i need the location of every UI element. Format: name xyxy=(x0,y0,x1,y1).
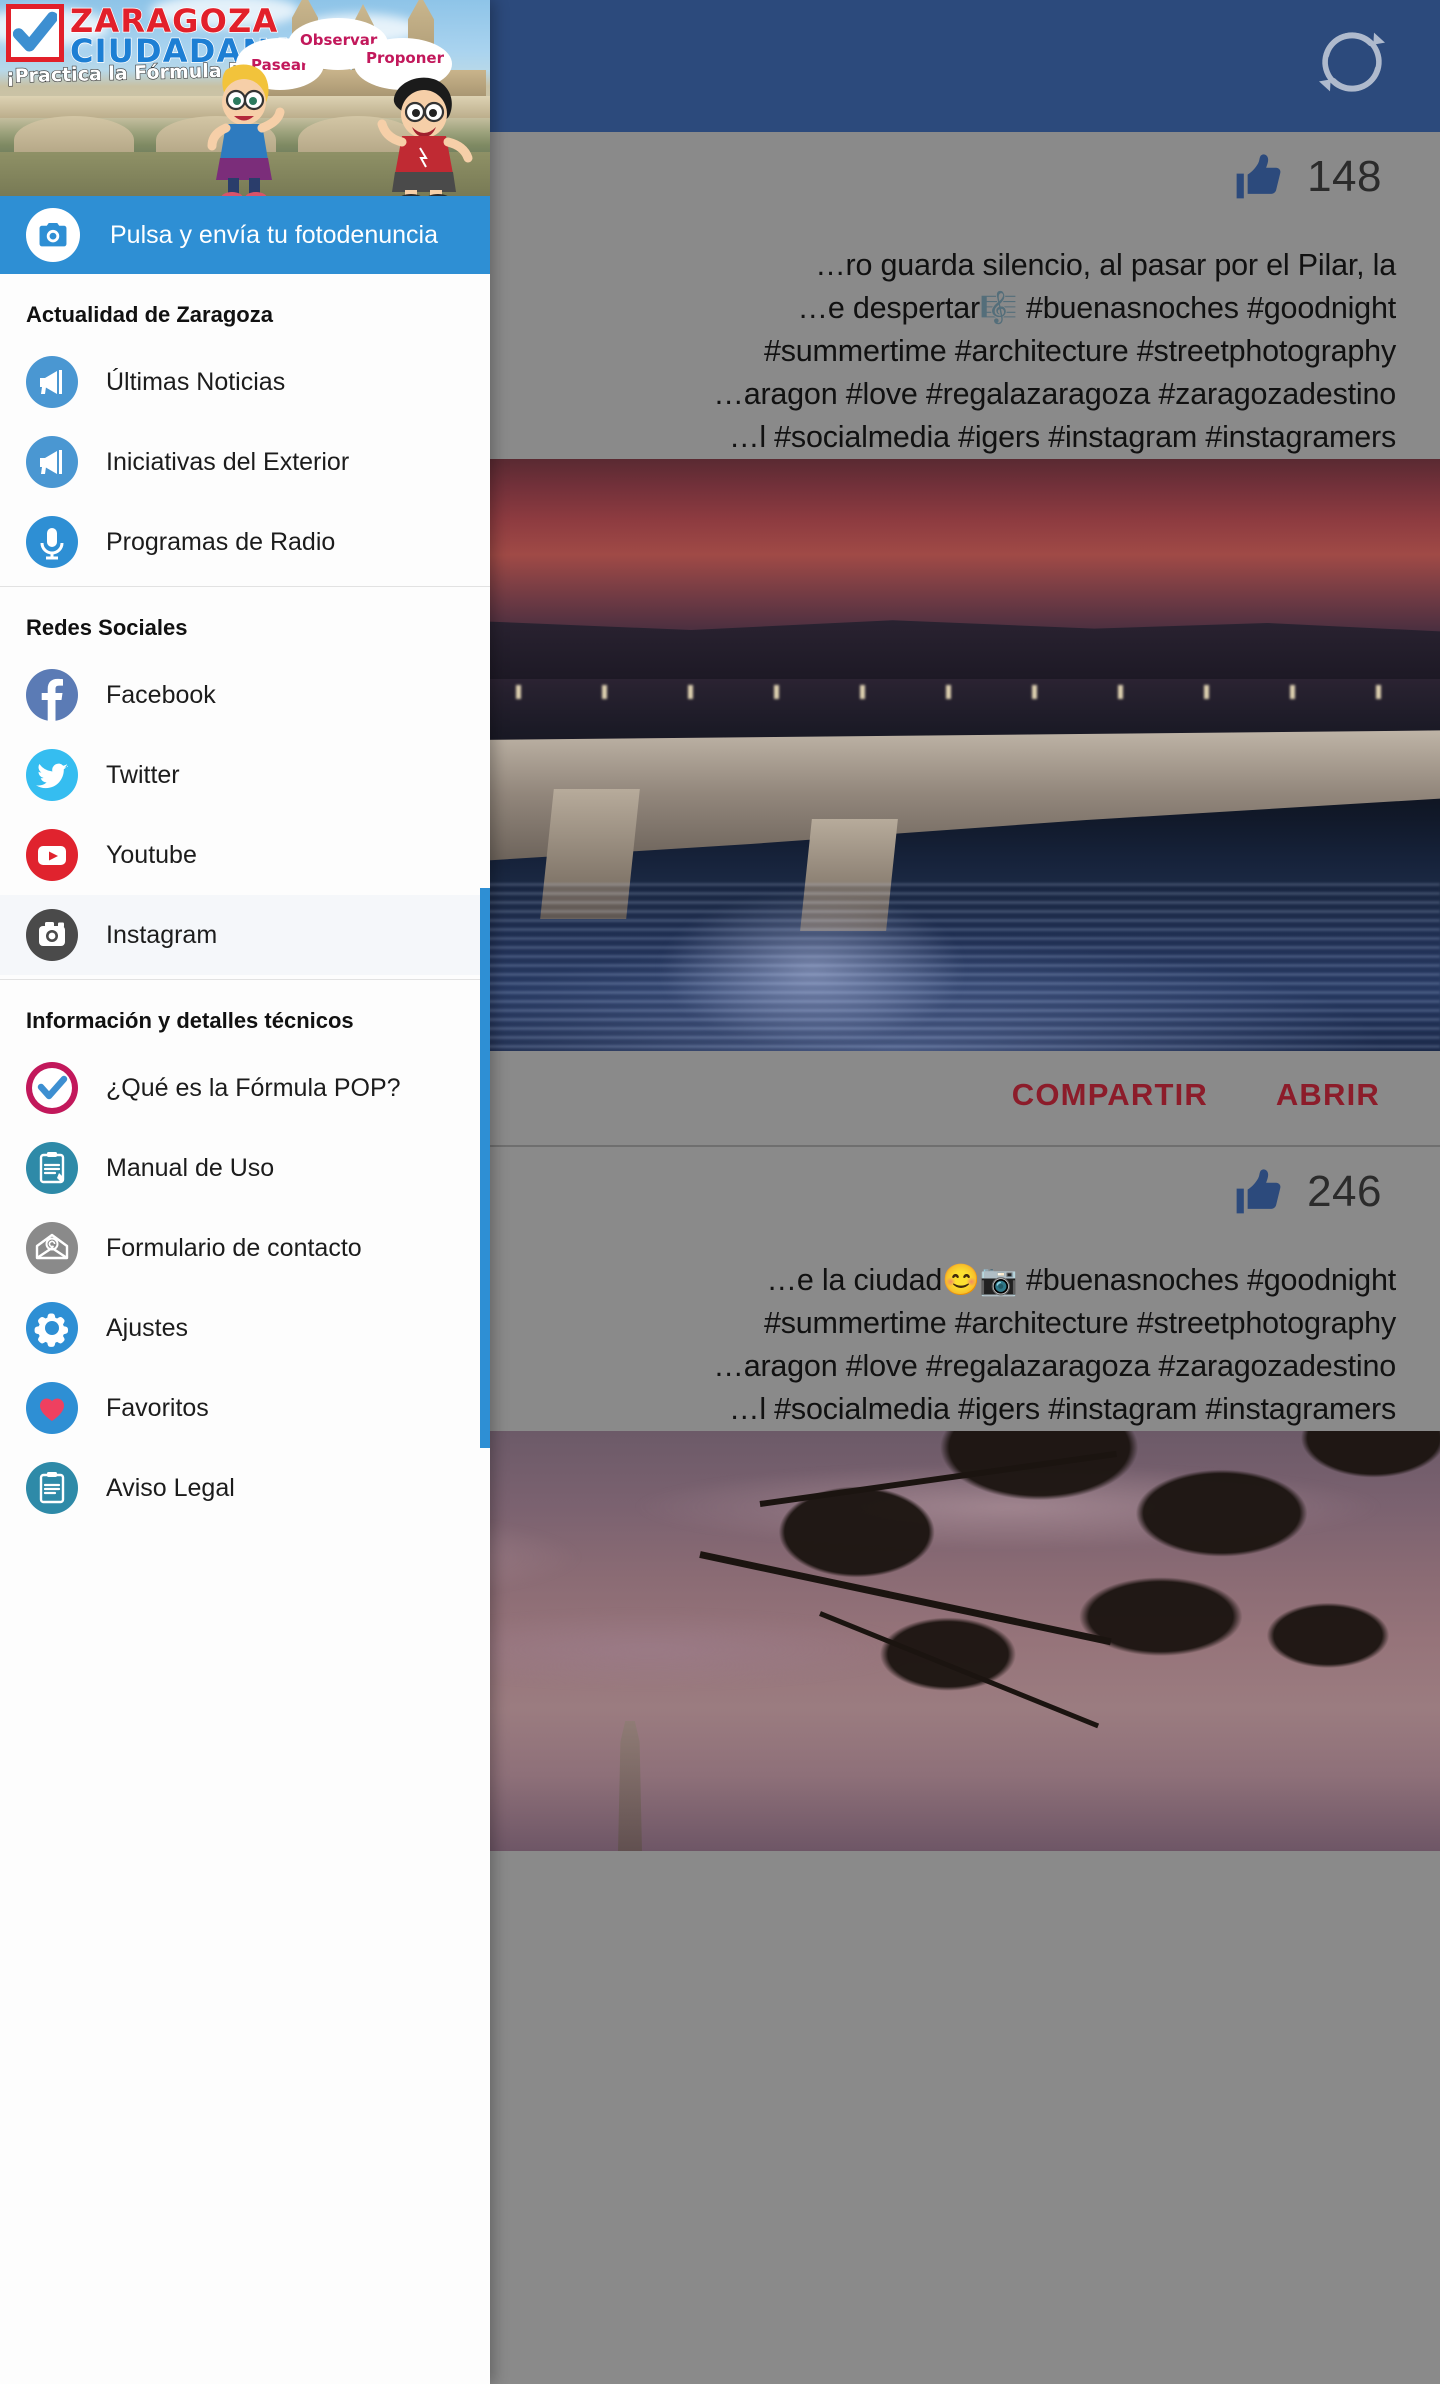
clipboard-pencil-icon xyxy=(26,1142,78,1194)
menu-item-ajustes[interactable]: Ajustes xyxy=(0,1288,490,1368)
menu-item-programas-radio[interactable]: Programas de Radio xyxy=(0,502,490,582)
photo-report-button[interactable]: Pulsa y envía tu fotodenuncia xyxy=(0,196,490,274)
refresh-icon[interactable] xyxy=(1312,22,1392,102)
menu-item-iniciativas-exterior[interactable]: Iniciativas del Exterior xyxy=(0,422,490,502)
drawer-header-banner: ZARAGOZA CIUDADANA ¡Practica la Fórmula … xyxy=(0,0,490,196)
section-title: Información y detalles técnicos xyxy=(26,1008,354,1033)
check-mark-logo-icon xyxy=(26,1062,78,1114)
thumbs-up-icon xyxy=(1231,150,1285,204)
menu-item-label: Programas de Radio xyxy=(106,527,336,556)
menu-item-label: Favoritos xyxy=(106,1393,209,1422)
like-counter: 148 xyxy=(1231,150,1382,204)
bubble-label-proponer: Proponer xyxy=(366,49,444,67)
drawer-scrollbar[interactable] xyxy=(480,888,490,1448)
open-button[interactable]: ABRIR xyxy=(1276,1077,1380,1113)
gear-icon xyxy=(26,1302,78,1354)
menu-item-label: Twitter xyxy=(106,760,180,789)
document-icon xyxy=(26,1462,78,1514)
check-mark-logo-icon xyxy=(6,4,64,62)
menu-item-facebook[interactable]: Facebook xyxy=(0,655,490,735)
menu-item-twitter[interactable]: Twitter xyxy=(0,735,490,815)
share-button[interactable]: COMPARTIR xyxy=(1012,1077,1208,1113)
email-envelope-icon xyxy=(26,1222,78,1274)
bubble-label-observar: Observar xyxy=(300,31,378,49)
menu-item-label: ¿Qué es la Fórmula POP? xyxy=(106,1073,401,1102)
menu-item-label: Últimas Noticias xyxy=(106,367,286,396)
menu-item-ultimas-noticias[interactable]: Últimas Noticias xyxy=(0,342,490,422)
megaphone-icon xyxy=(26,356,78,408)
character-girl xyxy=(196,58,292,196)
menu-section-informacion: Información y detalles técnicos ¿Qué es … xyxy=(0,980,490,1528)
menu-item-youtube[interactable]: Youtube xyxy=(0,815,490,895)
menu-item-manual-de-uso[interactable]: Manual de Uso xyxy=(0,1128,490,1208)
megaphone-icon xyxy=(26,436,78,488)
facebook-icon xyxy=(26,669,78,721)
camera-icon xyxy=(26,208,80,262)
menu-item-formulario-contacto[interactable]: Formulario de contacto xyxy=(0,1208,490,1288)
menu-item-aviso-legal[interactable]: Aviso Legal xyxy=(0,1448,490,1528)
menu-item-label: Formulario de contacto xyxy=(106,1233,362,1262)
like-count-value: 246 xyxy=(1307,1167,1382,1216)
twitter-icon xyxy=(26,749,78,801)
like-counter: 246 xyxy=(1231,1165,1382,1219)
menu-item-instagram[interactable]: Instagram xyxy=(0,895,490,975)
menu-section-redes-sociales: Redes Sociales Facebook Twitter Youtube … xyxy=(0,587,490,975)
microphone-icon xyxy=(26,516,78,568)
navigation-drawer[interactable]: ZARAGOZA CIUDADANA ¡Practica la Fórmula … xyxy=(0,0,490,2384)
like-count-value: 148 xyxy=(1307,152,1382,201)
menu-item-favoritos[interactable]: Favoritos xyxy=(0,1368,490,1448)
menu-item-label: Ajustes xyxy=(106,1313,188,1342)
menu-section-actualidad: Actualidad de Zaragoza Últimas Noticias xyxy=(0,274,490,582)
menu-item-label: Facebook xyxy=(106,680,216,709)
menu-item-label: Iniciativas del Exterior xyxy=(106,447,350,476)
instagram-icon xyxy=(26,909,78,961)
youtube-icon xyxy=(26,829,78,881)
section-title: Actualidad de Zaragoza xyxy=(26,302,273,327)
menu-item-label: Aviso Legal xyxy=(106,1473,235,1502)
character-boy xyxy=(372,70,476,196)
thumbs-up-icon xyxy=(1231,1165,1285,1219)
heart-icon xyxy=(26,1382,78,1434)
menu-item-que-es-formula-pop[interactable]: ¿Qué es la Fórmula POP? xyxy=(0,1048,490,1128)
menu-item-label: Instagram xyxy=(106,920,218,949)
menu-item-label: Manual de Uso xyxy=(106,1153,275,1182)
menu-item-label: Youtube xyxy=(106,840,197,869)
section-title: Redes Sociales xyxy=(26,615,188,640)
photo-report-label: Pulsa y envía tu fotodenuncia xyxy=(110,220,439,249)
